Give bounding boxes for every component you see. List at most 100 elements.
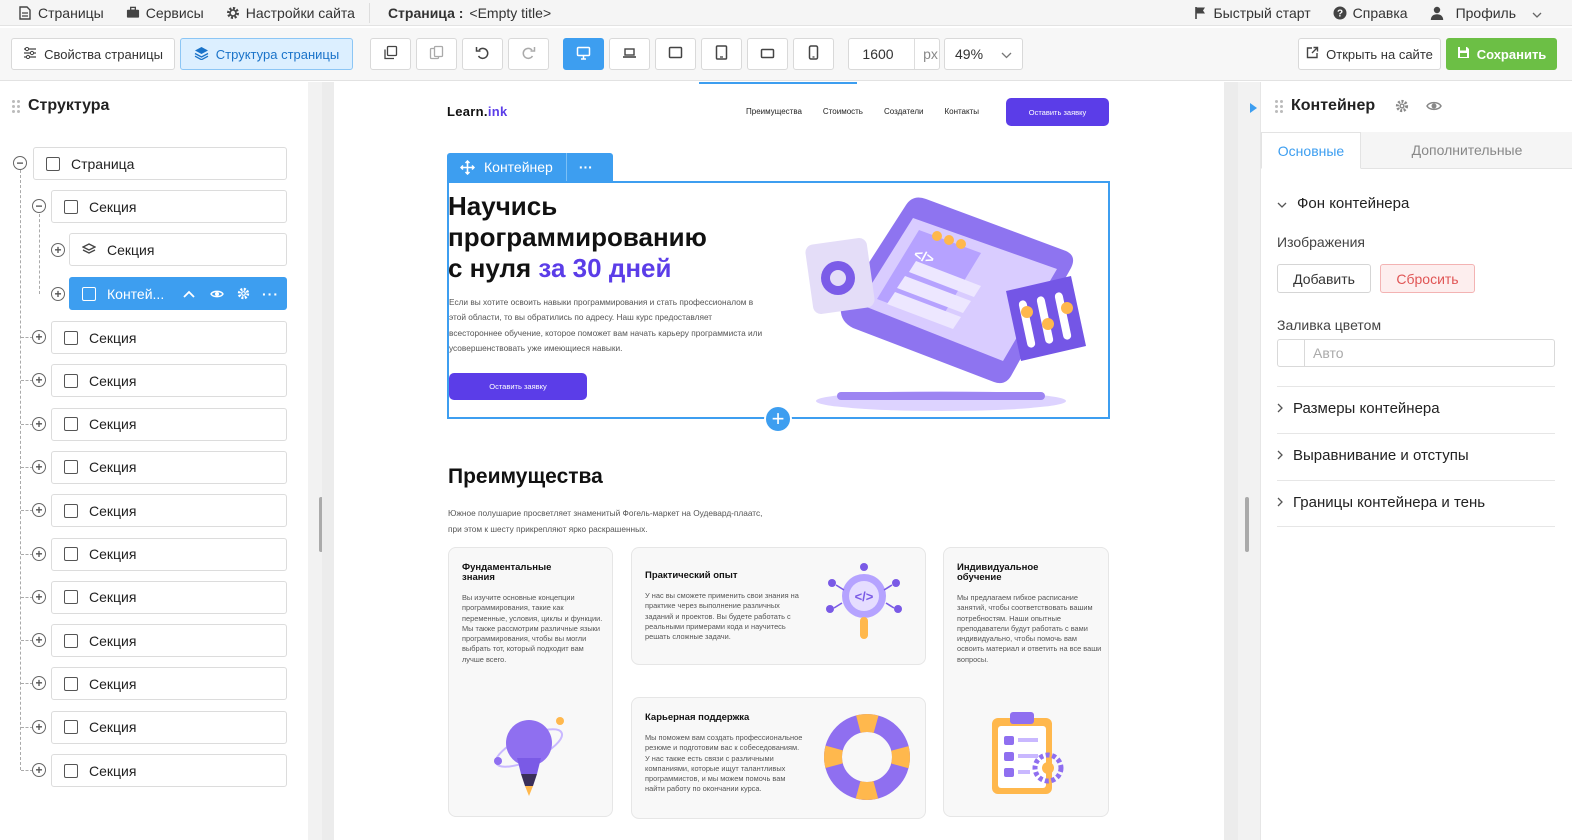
tree-node-section[interactable]: Секция (51, 450, 287, 484)
checkbox-icon[interactable] (64, 547, 78, 561)
menu-profile[interactable]: Профиль (1430, 5, 1542, 21)
expand-toggle-icon[interactable]: + (32, 763, 46, 777)
device-laptop-button[interactable] (609, 38, 650, 70)
checkbox-icon[interactable] (64, 417, 78, 432)
checkbox-icon[interactable] (82, 286, 96, 301)
menu-services[interactable]: Сервисы (126, 5, 204, 21)
collapse-toggle-icon[interactable]: − (13, 156, 27, 170)
checkbox-icon[interactable] (64, 676, 78, 691)
device-tablet-landscape-button[interactable] (655, 38, 696, 70)
expand-toggle-icon[interactable]: + (32, 633, 46, 648)
tree-node-section[interactable]: Секция (51, 580, 287, 614)
eye-icon[interactable] (210, 289, 224, 299)
size-section-header[interactable]: Размеры контейнера (1277, 400, 1440, 417)
undo-button[interactable] (462, 38, 503, 70)
add-block-icon[interactable]: + (764, 405, 792, 433)
width-input[interactable]: 1600 (849, 46, 907, 62)
scrollbar-thumb[interactable] (1245, 497, 1249, 552)
menu-pages[interactable]: Страницы (18, 5, 104, 21)
nav-link[interactable]: Создатели (884, 107, 923, 116)
device-phone-button[interactable] (793, 38, 834, 70)
move-up-icon[interactable] (183, 290, 195, 298)
eye-icon[interactable] (1426, 100, 1442, 112)
save-button[interactable]: Сохранить (1446, 38, 1557, 70)
align-section-header[interactable]: Выравнивание и отступы (1277, 447, 1469, 464)
tree-node-section[interactable]: Секция (51, 624, 287, 658)
tree-node-section[interactable]: Секция (51, 754, 287, 787)
expand-toggle-icon[interactable]: + (32, 330, 46, 344)
tree-node-section[interactable]: Секция (51, 710, 287, 744)
menu-site-settings[interactable]: Настройки сайта (226, 5, 355, 21)
bg-section-header[interactable]: Фон контейнера (1277, 195, 1409, 212)
hero-cta-button[interactable]: Оставить заявку (449, 373, 587, 400)
expand-toggle-icon[interactable]: + (32, 416, 46, 431)
add-image-button[interactable]: Добавить (1277, 264, 1371, 293)
checkbox-icon[interactable] (64, 633, 78, 648)
expand-toggle-icon[interactable]: + (32, 589, 46, 604)
expand-toggle-icon[interactable]: + (32, 676, 46, 691)
expand-toggle-icon[interactable]: + (32, 546, 46, 561)
expand-toggle-icon[interactable]: + (32, 503, 46, 518)
tree-node-page[interactable]: Страница (33, 147, 287, 180)
menu-quick-start[interactable]: Быстрый старт (1193, 5, 1311, 21)
nav-link[interactable]: Стоимость (823, 107, 863, 116)
tree-node-section[interactable]: Секция (51, 364, 287, 398)
drag-handle-icon[interactable] (1275, 99, 1283, 113)
paste-button[interactable] (416, 38, 457, 70)
reset-image-button[interactable]: Сбросить (1380, 264, 1475, 293)
nav-link[interactable]: Контакты (944, 107, 979, 116)
tab-main[interactable]: Основные (1261, 132, 1361, 169)
tree-node-label: Секция (89, 589, 137, 606)
tree-node-section-child[interactable]: Секция (69, 233, 287, 266)
fill-color-field[interactable]: Авто (1277, 339, 1555, 367)
tree-node-section[interactable]: Секция (51, 190, 287, 223)
expand-toggle-icon[interactable]: + (51, 287, 65, 301)
tree-node-section[interactable]: Секция (51, 494, 287, 528)
collapse-toggle-icon[interactable]: − (32, 199, 46, 213)
expand-toggle-icon[interactable]: + (32, 459, 46, 474)
site-logo[interactable]: Learn.ink (447, 104, 508, 119)
checkbox-icon[interactable] (64, 590, 78, 605)
redo-button[interactable] (508, 38, 549, 70)
device-tablet-button[interactable] (701, 38, 742, 70)
tree-node-section[interactable]: Секция (51, 321, 287, 354)
expand-toggle-icon[interactable]: + (32, 719, 46, 734)
checkbox-icon[interactable] (64, 503, 78, 518)
tree-node-container-selected[interactable]: Контей... ··· (69, 277, 287, 310)
tree-node-section[interactable]: Секция (51, 537, 287, 571)
page-structure-button[interactable]: Структура страницы (180, 38, 353, 70)
checkbox-icon[interactable] (64, 720, 78, 735)
expand-toggle-icon[interactable]: + (32, 373, 46, 388)
width-field[interactable]: 1600 px (848, 38, 940, 70)
header-cta-button[interactable]: Оставить заявку (1006, 98, 1109, 126)
drag-handle-icon[interactable] (12, 99, 20, 113)
more-icon[interactable]: ··· (262, 286, 279, 302)
gear-icon[interactable] (1395, 99, 1409, 113)
more-icon[interactable]: ··· (579, 159, 593, 175)
page-properties-button[interactable]: Свойства страницы (11, 38, 175, 70)
fill-color-input[interactable]: Авто (1313, 345, 1344, 361)
container-label-bar[interactable]: Контейнер ··· (447, 153, 613, 181)
borders-section-header[interactable]: Границы контейнера и тень (1277, 494, 1485, 511)
tree-node-section[interactable]: Секция (51, 667, 287, 701)
checkbox-icon[interactable] (64, 460, 78, 475)
device-phone-landscape-button[interactable] (747, 38, 788, 70)
move-icon[interactable] (460, 159, 475, 175)
zoom-select[interactable]: 49% (944, 38, 1023, 70)
copy-button[interactable] (370, 38, 411, 70)
checkbox-icon[interactable] (64, 373, 78, 388)
open-on-site-button[interactable]: Открыть на сайте (1298, 38, 1441, 70)
checkbox-icon[interactable] (64, 330, 78, 345)
color-swatch[interactable] (1278, 340, 1305, 366)
tree-node-section[interactable]: Секция (51, 407, 287, 441)
expand-toggle-icon[interactable]: + (51, 243, 65, 257)
checkbox-icon[interactable] (64, 199, 78, 214)
gear-icon[interactable] (237, 287, 250, 300)
checkbox-icon[interactable] (46, 156, 60, 171)
menu-help[interactable]: ? Справка (1333, 5, 1408, 21)
tab-extra[interactable]: Дополнительные (1361, 132, 1572, 168)
device-desktop-button[interactable] (563, 38, 604, 70)
checkbox-icon[interactable] (64, 763, 78, 778)
expand-panel-icon[interactable] (1250, 100, 1258, 118)
nav-link[interactable]: Преимущества (746, 107, 802, 116)
